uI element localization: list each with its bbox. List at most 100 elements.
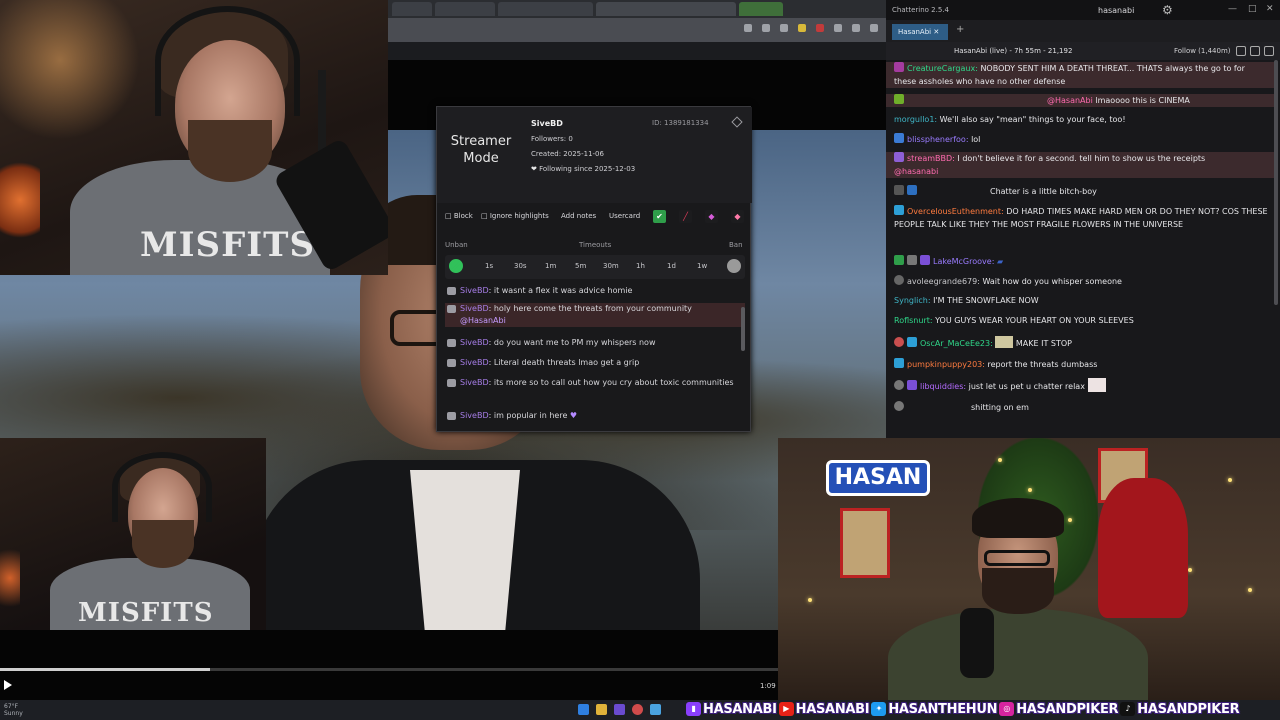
badge-icon xyxy=(894,380,904,390)
chat-username[interactable]: streamBBD: xyxy=(907,154,955,163)
chat-mention[interactable]: @HasanAbi xyxy=(1047,96,1093,105)
timeout-1s-button[interactable]: 1s xyxy=(485,262,493,270)
headset-icon xyxy=(112,452,212,522)
weather-widget[interactable]: 67°F Sunny xyxy=(4,703,23,717)
extension-icon[interactable] xyxy=(762,24,770,32)
badge-icon xyxy=(894,337,904,347)
extension-icon[interactable] xyxy=(816,24,824,32)
usercard-actions: □ Block □ Ignore highlights Add notes Us… xyxy=(437,207,752,227)
chat-username[interactable]: OscAr_MaCeEe23: xyxy=(920,339,993,348)
extension-icon[interactable] xyxy=(834,24,842,32)
chat-mention[interactable]: @hasanabi xyxy=(894,167,938,176)
follow-info[interactable]: Follow (1,440m) xyxy=(1174,47,1231,55)
chat-username[interactable]: pumpkinpuppy203: xyxy=(907,360,985,369)
message-mention[interactable]: @HasanAbi xyxy=(460,316,506,325)
windows-start-icon[interactable] xyxy=(578,704,589,715)
ban-icon[interactable] xyxy=(727,259,741,273)
seek-bar[interactable] xyxy=(0,668,778,671)
maximize-icon[interactable]: □ xyxy=(1248,4,1257,14)
chat-username[interactable]: blissphenerfoo: xyxy=(907,135,969,144)
close-tab-icon[interactable]: ✕ xyxy=(933,28,939,36)
timeout-1h-button[interactable]: 1h xyxy=(636,262,645,270)
weather-desc: Sunny xyxy=(4,710,23,717)
usercard-following: ❤ Following since 2025-12-03 xyxy=(531,165,635,173)
timeout-30m-button[interactable]: 30m xyxy=(603,262,619,270)
chat-message: LakeMcGroove: ▰ xyxy=(886,255,1274,268)
usercard-button[interactable]: Usercard xyxy=(609,212,640,220)
play-icon[interactable] xyxy=(4,680,12,690)
twitter-icon: ✦ xyxy=(871,702,887,716)
chat-username[interactable]: CreatureCargaux: xyxy=(907,64,978,73)
message-username[interactable]: SiveBD xyxy=(460,411,489,420)
chat-message: blissphenerfoo: lol xyxy=(886,133,1274,146)
block-checkbox[interactable]: □ Block xyxy=(445,212,473,220)
file-explorer-icon[interactable] xyxy=(596,704,607,715)
extension-icon[interactable] xyxy=(852,24,860,32)
browser-tab[interactable] xyxy=(739,2,783,16)
vip-icon[interactable]: ◆ xyxy=(705,210,718,223)
chat-titlebar: Chatterino 2.5.4 hasanabi ⚙ — □ ✕ xyxy=(886,0,1280,20)
chat-username[interactable]: avoleegrande679: xyxy=(907,277,980,286)
timeout-1d-button[interactable]: 1d xyxy=(667,262,676,270)
browser-toolbar xyxy=(388,18,886,42)
ignore-highlights-label: Ignore highlights xyxy=(489,212,549,220)
settings-icon[interactable] xyxy=(1250,46,1260,56)
add-tab-icon[interactable]: + xyxy=(956,24,964,35)
user-list-icon[interactable] xyxy=(1236,46,1246,56)
badge-icon xyxy=(894,255,904,265)
menu-icon[interactable] xyxy=(870,24,878,32)
player-controls: 1:09 xyxy=(0,630,778,700)
chat-username[interactable]: libquiddies: xyxy=(920,382,966,391)
timeout-30s-button[interactable]: 30s xyxy=(514,262,527,270)
social-handles: ▮ HASANABI ▶ HASANABI ✦ HASANTHEHUN ◎ HASAND… xyxy=(686,698,1240,720)
mod-icon[interactable]: ✔ xyxy=(653,210,666,223)
chat-username[interactable]: Synglich: xyxy=(894,296,931,305)
browser-tab[interactable] xyxy=(392,2,432,16)
chat-username[interactable]: LakeMcGroove: xyxy=(933,257,994,266)
chat-message: OvercelousEuthenment: DO HARD TIMES MAKE… xyxy=(886,205,1274,231)
extension-icon[interactable] xyxy=(744,24,752,32)
chat-messages: CreatureCargaux: NOBODY SENT HIM A DEATH… xyxy=(886,60,1276,438)
discord-icon[interactable] xyxy=(614,704,625,715)
chat-username[interactable]: Roflsnurt: xyxy=(894,316,933,325)
browser-tab[interactable] xyxy=(435,2,495,16)
user-badge-icon xyxy=(447,339,456,347)
usercard-scrollbar[interactable] xyxy=(741,307,745,351)
ban-sword-icon[interactable]: ╱ xyxy=(679,210,692,223)
usercard-username[interactable]: SiveBD xyxy=(531,119,563,128)
timeout-1m-button[interactable]: 1m xyxy=(545,262,556,270)
chat-scrollbar[interactable] xyxy=(1274,60,1278,305)
unban-icon[interactable] xyxy=(449,259,463,273)
message-username[interactable]: SiveBD xyxy=(460,286,489,295)
minimize-icon[interactable]: — xyxy=(1228,4,1237,14)
extension-icon[interactable] xyxy=(798,24,806,32)
santa-figure xyxy=(1098,478,1188,618)
message-username[interactable]: SiveBD xyxy=(460,358,489,367)
browser-icon[interactable] xyxy=(632,704,643,715)
social-handle: HASANDPIKER xyxy=(1016,701,1119,717)
star-icon[interactable] xyxy=(780,24,788,32)
gear-icon[interactable]: ⚙ xyxy=(1162,3,1173,17)
timeout-1w-button[interactable]: 1w xyxy=(697,262,707,270)
chat-account-name[interactable]: hasanabi xyxy=(1098,6,1134,15)
chat-tab-hasanabi[interactable]: HasanAbi ✕ xyxy=(892,24,948,40)
browser-tab[interactable] xyxy=(498,2,593,16)
split-icon[interactable] xyxy=(1264,46,1274,56)
chatterino-icon[interactable] xyxy=(650,704,661,715)
message-username[interactable]: SiveBD xyxy=(460,338,489,347)
pin-icon[interactable] xyxy=(731,116,743,128)
chat-username[interactable]: OvercelousEuthenment: xyxy=(907,207,1004,216)
browser-tab-active[interactable] xyxy=(596,2,736,16)
ignore-highlights-checkbox[interactable]: □ Ignore highlights xyxy=(481,212,549,220)
gift-icon[interactable]: ◆ xyxy=(731,210,744,223)
message-username[interactable]: SiveBD xyxy=(460,378,489,387)
chat-username[interactable]: morgullo1: xyxy=(894,115,937,124)
add-notes-button[interactable]: Add notes xyxy=(561,212,596,220)
badge-icon xyxy=(894,401,904,411)
message-username[interactable]: SiveBD xyxy=(460,304,489,313)
chat-message: Chatter is a little bitch-boy xyxy=(886,185,1274,198)
chat-message: libquiddies: just let us pet u chatter r… xyxy=(886,378,1274,393)
timeout-5m-button[interactable]: 5m xyxy=(575,262,586,270)
usercard-followers: Followers: 0 xyxy=(531,135,573,143)
close-icon[interactable]: ✕ xyxy=(1266,4,1274,14)
